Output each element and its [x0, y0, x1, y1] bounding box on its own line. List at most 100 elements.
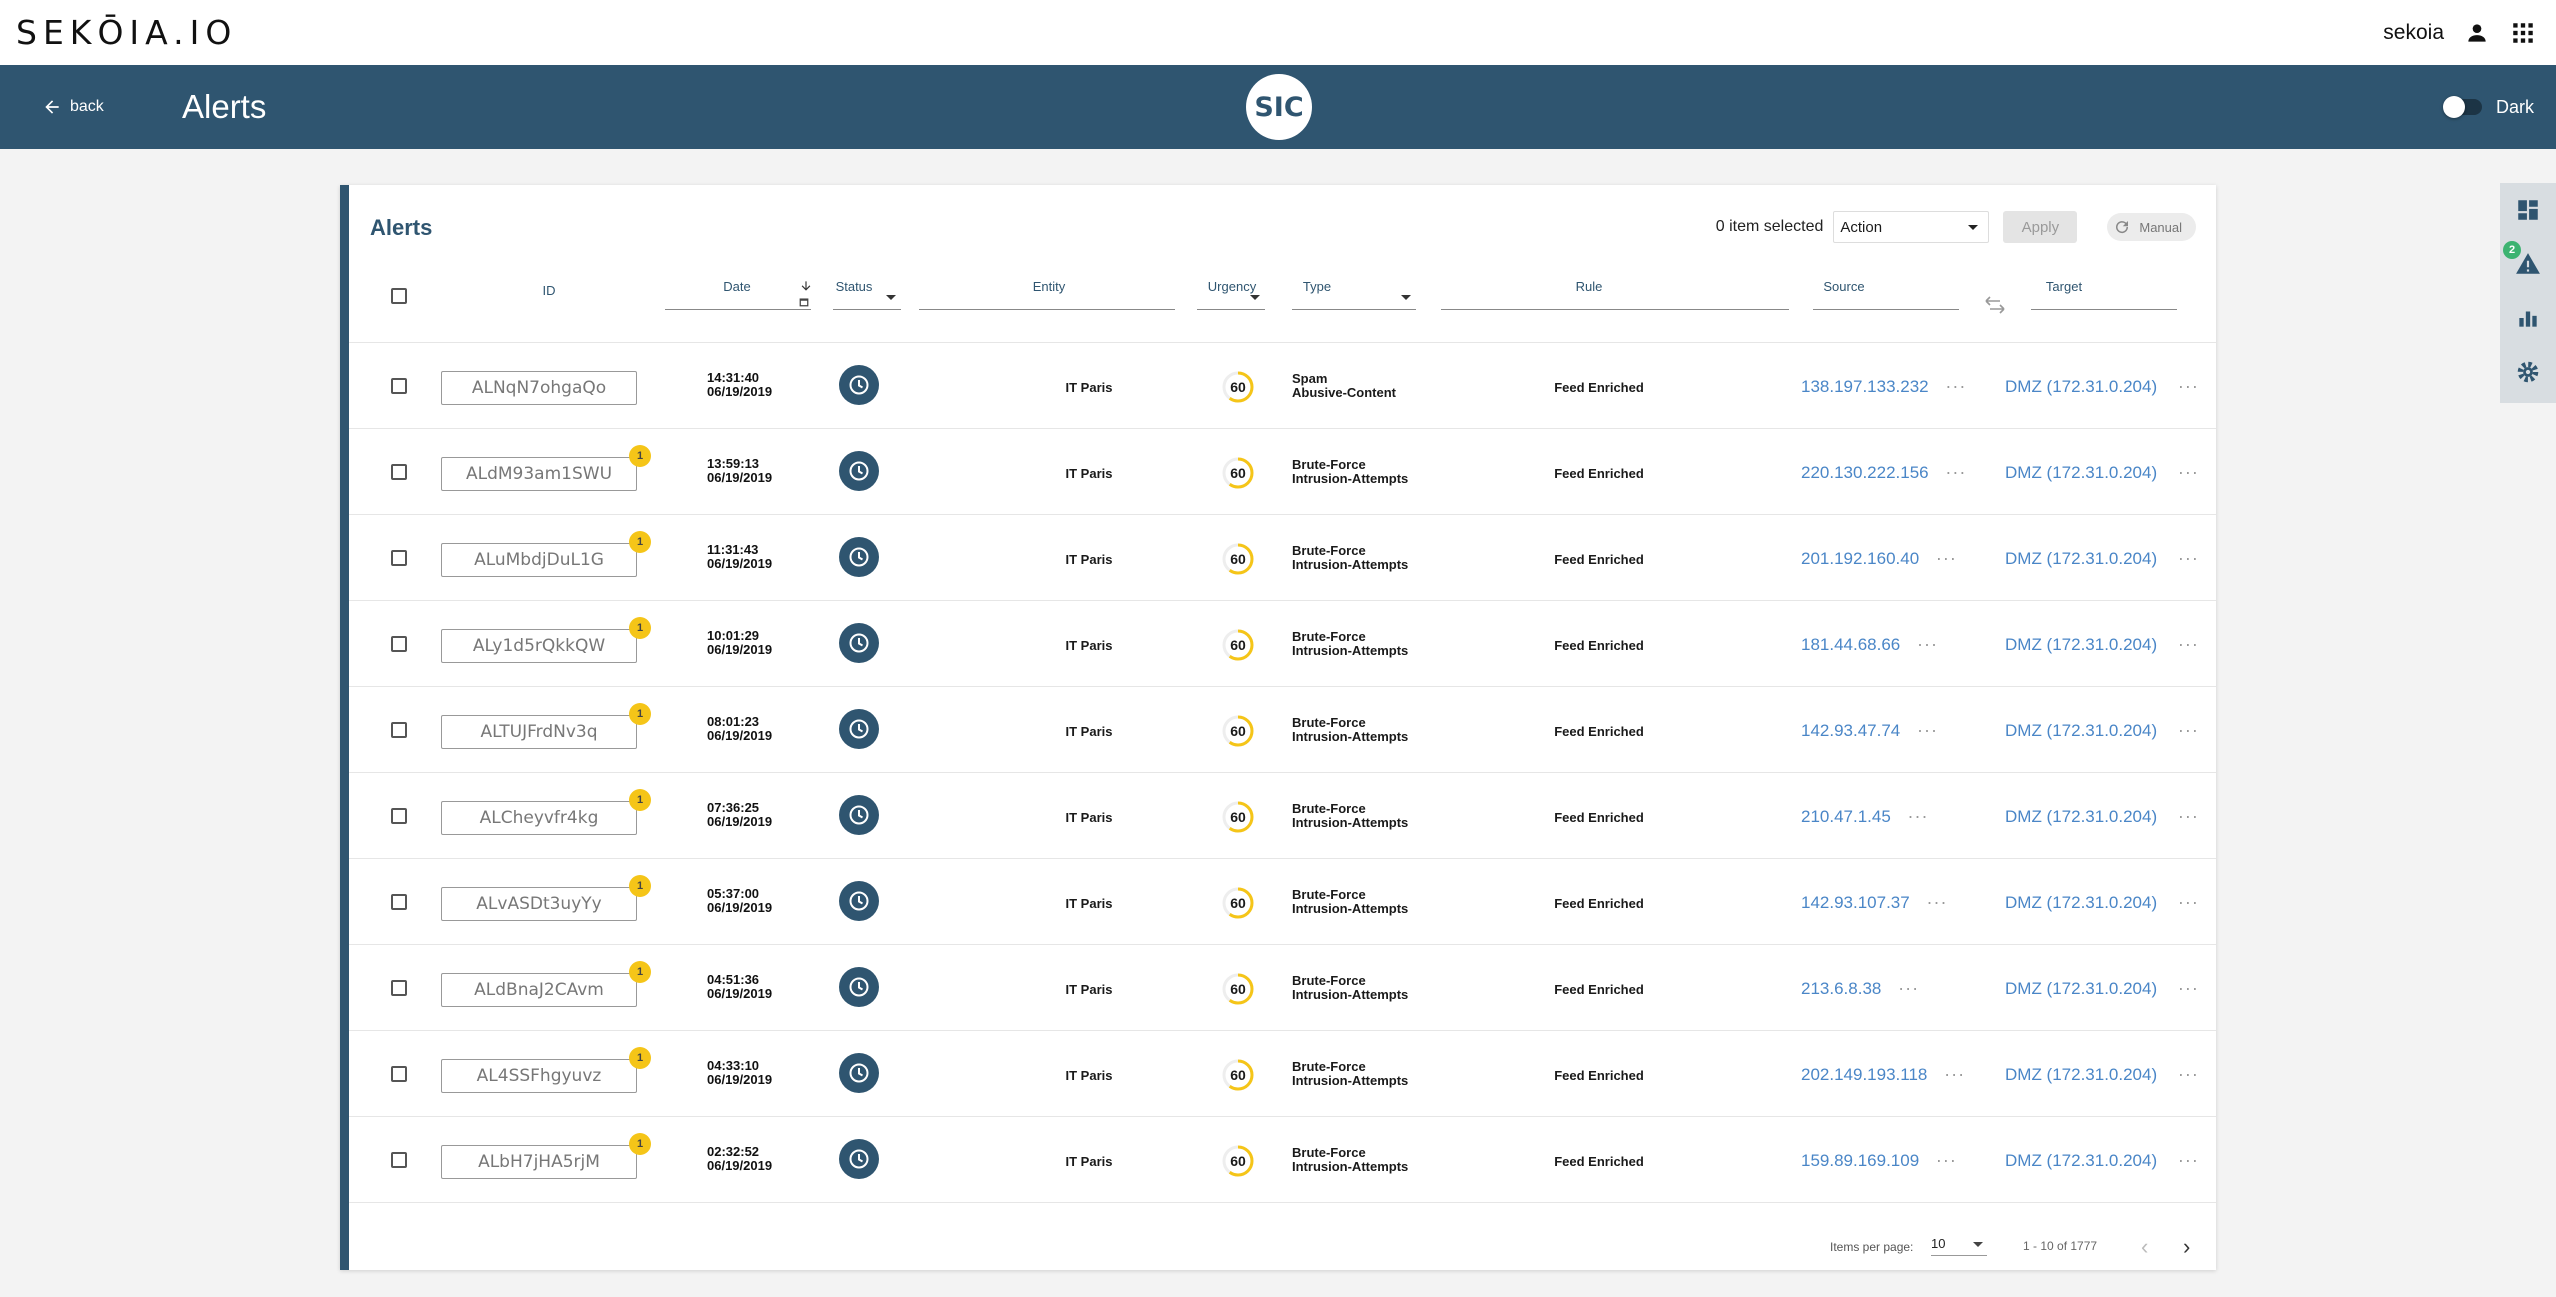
alert-icon[interactable]: 2	[2503, 241, 2541, 277]
more-horizontal-icon[interactable]: ···	[1898, 978, 1919, 998]
source-ip-link[interactable]: 202.149.193.118 ···	[1801, 1065, 1965, 1085]
target-value[interactable]: DMZ (172.31.0.204)	[2005, 807, 2157, 826]
username[interactable]: sekoia	[2383, 21, 2444, 45]
gear-icon[interactable]	[2515, 359, 2541, 385]
alert-id[interactable]: ALCheyvfr4kg	[441, 801, 637, 835]
status-pending-icon[interactable]	[839, 967, 879, 1007]
table-row[interactable]: ALy1d5rQkkQW 1 10:01:29 06/19/2019 IT Pa…	[349, 601, 2216, 687]
dark-mode-toggle[interactable]: Dark	[2442, 96, 2534, 118]
target-link[interactable]: DMZ (172.31.0.204) ···	[2005, 377, 2199, 397]
alert-id[interactable]: ALuMbdjDuL1G	[441, 543, 637, 577]
status-pending-icon[interactable]	[839, 1139, 879, 1179]
source-ip[interactable]: 210.47.1.45	[1801, 807, 1891, 826]
more-horizontal-icon[interactable]: ···	[2178, 720, 2199, 740]
arrow-down-icon[interactable]	[799, 279, 813, 293]
items-per-page-select[interactable]: 10	[1931, 1236, 1987, 1256]
table-row[interactable]: ALbH7jHA5rjM 1 02:32:52 06/19/2019 IT Pa…	[349, 1117, 2216, 1203]
source-ip-link[interactable]: 201.192.160.40 ···	[1801, 549, 1957, 569]
table-row[interactable]: ALCheyvfr4kg 1 07:36:25 06/19/2019 IT Pa…	[349, 773, 2216, 859]
more-horizontal-icon[interactable]: ···	[1945, 376, 1966, 396]
status-pending-icon[interactable]	[839, 881, 879, 921]
more-horizontal-icon[interactable]: ···	[2178, 806, 2199, 826]
target-value[interactable]: DMZ (172.31.0.204)	[2005, 979, 2157, 998]
status-pending-icon[interactable]	[839, 365, 879, 405]
more-horizontal-icon[interactable]: ···	[1936, 1150, 1957, 1170]
source-ip[interactable]: 220.130.222.156	[1801, 463, 1929, 482]
alert-id[interactable]: ALTUJFrdNv3q	[441, 715, 637, 749]
alert-id[interactable]: ALdBnaJ2CAvm	[441, 973, 637, 1007]
target-link[interactable]: DMZ (172.31.0.204) ···	[2005, 893, 2199, 913]
row-checkbox[interactable]	[391, 1152, 407, 1168]
target-link[interactable]: DMZ (172.31.0.204) ···	[2005, 721, 2199, 741]
status-caret-icon[interactable]	[886, 295, 896, 300]
more-horizontal-icon[interactable]: ···	[2178, 892, 2199, 912]
row-checkbox[interactable]	[391, 550, 407, 566]
source-ip-link[interactable]: 210.47.1.45 ···	[1801, 807, 1929, 827]
alert-id[interactable]: ALbH7jHA5rjM	[441, 1145, 637, 1179]
target-link[interactable]: DMZ (172.31.0.204) ···	[2005, 549, 2199, 569]
row-checkbox[interactable]	[391, 1066, 407, 1082]
source-ip[interactable]: 213.6.8.38	[1801, 979, 1881, 998]
status-pending-icon[interactable]	[839, 451, 879, 491]
target-value[interactable]: DMZ (172.31.0.204)	[2005, 635, 2157, 654]
toggle-track[interactable]	[2442, 96, 2482, 118]
source-ip-link[interactable]: 138.197.133.232 ···	[1801, 377, 1966, 397]
urgency-caret-icon[interactable]	[1250, 295, 1260, 300]
target-value[interactable]: DMZ (172.31.0.204)	[2005, 893, 2157, 912]
target-value[interactable]: DMZ (172.31.0.204)	[2005, 721, 2157, 740]
apply-button[interactable]: Apply	[2003, 211, 2078, 243]
col-header-date[interactable]: Date	[707, 279, 767, 294]
table-row[interactable]: ALNqN7ohgaQo 14:31:40 06/19/2019 IT Pari…	[349, 343, 2216, 429]
target-value[interactable]: DMZ (172.31.0.204)	[2005, 1151, 2157, 1170]
dashboard-icon[interactable]	[2515, 197, 2541, 223]
swap-arrows-icon[interactable]	[1983, 293, 2007, 317]
alert-id[interactable]: ALvASDt3uyYy	[441, 887, 637, 921]
target-value[interactable]: DMZ (172.31.0.204)	[2005, 377, 2157, 396]
source-ip-link[interactable]: 159.89.169.109 ···	[1801, 1151, 1957, 1171]
select-all-checkbox[interactable]	[391, 288, 407, 304]
more-horizontal-icon[interactable]: ···	[2178, 548, 2199, 568]
alert-id[interactable]: ALy1d5rQkkQW	[441, 629, 637, 663]
date-filter[interactable]	[665, 309, 811, 310]
table-row[interactable]: ALuMbdjDuL1G 1 11:31:43 06/19/2019 IT Pa…	[349, 515, 2216, 601]
apps-grid-icon[interactable]	[2510, 20, 2536, 46]
source-ip[interactable]: 142.93.47.74	[1801, 721, 1900, 740]
table-row[interactable]: ALvASDt3uyYy 1 05:37:00 06/19/2019 IT Pa…	[349, 859, 2216, 945]
more-horizontal-icon[interactable]: ···	[1917, 720, 1938, 740]
more-horizontal-icon[interactable]: ···	[1908, 806, 1929, 826]
rule-filter[interactable]	[1441, 309, 1789, 310]
more-horizontal-icon[interactable]: ···	[2178, 634, 2199, 654]
table-row[interactable]: ALdM93am1SWU 1 13:59:13 06/19/2019 IT Pa…	[349, 429, 2216, 515]
type-filter[interactable]	[1292, 309, 1416, 310]
target-value[interactable]: DMZ (172.31.0.204)	[2005, 1065, 2157, 1084]
target-link[interactable]: DMZ (172.31.0.204) ···	[2005, 463, 2199, 483]
row-checkbox[interactable]	[391, 378, 407, 394]
more-horizontal-icon[interactable]: ···	[2178, 978, 2199, 998]
target-link[interactable]: DMZ (172.31.0.204) ···	[2005, 1065, 2199, 1085]
more-horizontal-icon[interactable]: ···	[2178, 376, 2199, 396]
target-link[interactable]: DMZ (172.31.0.204) ···	[2005, 635, 2199, 655]
target-link[interactable]: DMZ (172.31.0.204) ···	[2005, 807, 2199, 827]
more-horizontal-icon[interactable]: ···	[1944, 1064, 1965, 1084]
source-ip-link[interactable]: 142.93.47.74 ···	[1801, 721, 1938, 741]
source-ip[interactable]: 201.192.160.40	[1801, 549, 1919, 568]
source-ip-link[interactable]: 220.130.222.156 ···	[1801, 463, 1966, 483]
table-row[interactable]: ALTUJFrdNv3q 1 08:01:23 06/19/2019 IT Pa…	[349, 687, 2216, 773]
status-pending-icon[interactable]	[839, 1053, 879, 1093]
source-ip-link[interactable]: 181.44.68.66 ···	[1801, 635, 1938, 655]
more-horizontal-icon[interactable]: ···	[1917, 634, 1938, 654]
type-caret-icon[interactable]	[1401, 295, 1411, 300]
entity-filter[interactable]	[919, 309, 1175, 310]
row-checkbox[interactable]	[391, 980, 407, 996]
alert-id[interactable]: AL4SSFhgyuvz	[441, 1059, 637, 1093]
bar-chart-icon[interactable]	[2515, 305, 2541, 331]
row-checkbox[interactable]	[391, 636, 407, 652]
alert-id[interactable]: ALNqN7ohgaQo	[441, 371, 637, 405]
back-button[interactable]: back	[42, 97, 104, 117]
target-value[interactable]: DMZ (172.31.0.204)	[2005, 463, 2157, 482]
next-page-icon[interactable]: ›	[2183, 1234, 2190, 1260]
source-ip-link[interactable]: 213.6.8.38 ···	[1801, 979, 1919, 999]
status-pending-icon[interactable]	[839, 537, 879, 577]
status-pending-icon[interactable]	[839, 795, 879, 835]
row-checkbox[interactable]	[391, 808, 407, 824]
